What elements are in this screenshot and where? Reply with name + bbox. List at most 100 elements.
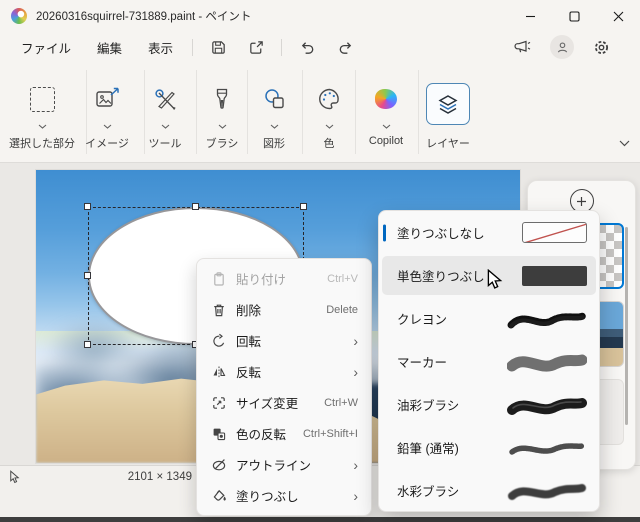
tool-selection[interactable]: 選択した部分 (0, 76, 84, 151)
context-menu-item-flip[interactable]: 反転 › (201, 356, 367, 387)
context-menu-item-outline[interactable]: アウトライン › (201, 449, 367, 480)
tool-image[interactable]: イメージ (80, 76, 134, 151)
brush-icon (216, 88, 228, 109)
close-button[interactable] (596, 0, 640, 32)
context-menu-item-delete[interactable]: 削除 Delete (201, 294, 367, 325)
fill-submenu: 塗りつぶしなし 単色塗りつぶし クレヨン マーカー 油彩ブラシ 鉛筆 (通常) … (378, 210, 600, 512)
paint-app-icon (11, 8, 27, 24)
add-layer-icon (577, 196, 586, 206)
chevron-down-icon (382, 124, 390, 129)
window-title: 20260316squirrel-731889.paint - ペイント (36, 11, 252, 23)
image-dimensions: 2101 × 1349 (127, 471, 192, 483)
window-controls (508, 0, 640, 32)
divider (418, 70, 419, 154)
feedback-icon (514, 40, 531, 53)
context-menu: 貼り付け Ctrl+V 削除 Delete 回転 › 反転 › サイズ変更 Ct… (196, 258, 372, 516)
context-menu-item-fill[interactable]: 塗りつぶし › (201, 480, 367, 511)
no-fill-preview (501, 222, 587, 243)
color-palette-icon (318, 88, 339, 110)
toolbar-overflow-button[interactable] (619, 140, 630, 147)
tool-label: 図形 (263, 138, 285, 150)
invert-colors-icon (210, 426, 227, 442)
chevron-down-icon (218, 124, 226, 129)
menu-edit[interactable]: 編集 (84, 33, 135, 62)
tool-tools[interactable]: ツール (140, 76, 190, 151)
maximize-button[interactable] (552, 0, 596, 32)
chevron-down-icon (619, 140, 630, 147)
menubar-right-cluster (504, 33, 632, 61)
selection-handle-sw[interactable] (84, 341, 91, 348)
divider (355, 70, 356, 154)
tool-copilot[interactable]: Copilot (357, 76, 415, 147)
selection-handle-ne[interactable] (300, 203, 307, 210)
redo-button[interactable] (330, 33, 360, 61)
shapes-icon (264, 89, 284, 109)
context-menu-item-paste[interactable]: 貼り付け Ctrl+V (201, 263, 367, 294)
tool-layers[interactable]: レイヤー (420, 76, 476, 151)
paste-icon (210, 271, 227, 287)
tool-label: 色 (323, 138, 335, 150)
title-bar: 20260316squirrel-731889.paint - ペイント (0, 0, 640, 32)
rotate-icon (210, 333, 227, 349)
share-button[interactable] (241, 33, 271, 61)
tool-label: 選択した部分 (9, 138, 75, 150)
tool-shapes[interactable]: 図形 (249, 76, 299, 151)
context-menu-item-invert-colors[interactable]: 色の反転 Ctrl+Shift+I (201, 418, 367, 449)
tool-label: ツール (148, 138, 182, 150)
menu-bar: ファイル 編集 表示 (0, 32, 640, 62)
tool-label: ブラシ (205, 138, 239, 150)
tool-label: イメージ (85, 138, 129, 150)
layers-icon (438, 94, 458, 114)
chevron-down-icon (38, 124, 46, 129)
save-button[interactable] (203, 33, 233, 61)
marker-stroke-preview (501, 349, 587, 375)
flip-icon (210, 364, 227, 380)
save-icon (211, 40, 225, 54)
tool-colors[interactable]: 色 (304, 76, 354, 151)
selection-handle-n[interactable] (192, 203, 199, 210)
fill-option-marker[interactable]: マーカー (379, 340, 599, 383)
chevron-down-icon (161, 124, 169, 129)
settings-button[interactable] (586, 33, 616, 61)
minimize-icon (525, 15, 535, 17)
copilot-icon (375, 89, 397, 109)
context-menu-item-resize[interactable]: サイズ変更 Ctrl+W (201, 387, 367, 418)
fill-option-watercolor[interactable]: 水彩ブラシ (379, 469, 599, 512)
chevron-down-icon (103, 124, 111, 129)
outline-icon (210, 457, 227, 473)
cursor-position-icon (9, 470, 20, 485)
oil-brush-stroke-preview (501, 392, 587, 418)
fill-option-pencil[interactable]: 鉛筆 (通常) (379, 426, 599, 469)
undo-icon (301, 41, 313, 54)
layers-scrollbar[interactable] (625, 227, 628, 425)
share-icon (249, 40, 263, 54)
account-button[interactable] (550, 35, 574, 59)
tools-icon (154, 88, 176, 110)
divider (192, 38, 194, 56)
fill-option-no-fill[interactable]: 塗りつぶしなし (379, 211, 599, 254)
divider (196, 70, 197, 154)
watercolor-stroke-preview (501, 478, 587, 504)
pencil-stroke-preview (501, 435, 587, 461)
selected-indicator (383, 224, 386, 241)
tool-label: レイヤー (426, 138, 470, 150)
chevron-down-icon (325, 124, 333, 129)
fill-option-oil-brush[interactable]: 油彩ブラシ (379, 383, 599, 426)
menu-view[interactable]: 表示 (135, 33, 186, 62)
minimize-button[interactable] (508, 0, 552, 32)
selection-handle-nw[interactable] (84, 203, 91, 210)
solid-fill-preview (501, 265, 587, 286)
resize-icon (210, 395, 227, 411)
maximize-icon (568, 10, 580, 22)
fill-option-crayon[interactable]: クレヨン (379, 297, 599, 340)
tool-label: Copilot (368, 135, 404, 147)
close-icon (613, 11, 623, 21)
tool-brushes[interactable]: ブラシ (198, 76, 246, 151)
selection-handle-w[interactable] (84, 272, 91, 279)
divider (302, 70, 303, 154)
feedback-button[interactable] (508, 33, 538, 61)
context-menu-item-rotate[interactable]: 回転 › (201, 325, 367, 356)
mouse-cursor (486, 269, 503, 291)
undo-button[interactable] (292, 33, 322, 61)
menu-file[interactable]: ファイル (8, 33, 84, 62)
